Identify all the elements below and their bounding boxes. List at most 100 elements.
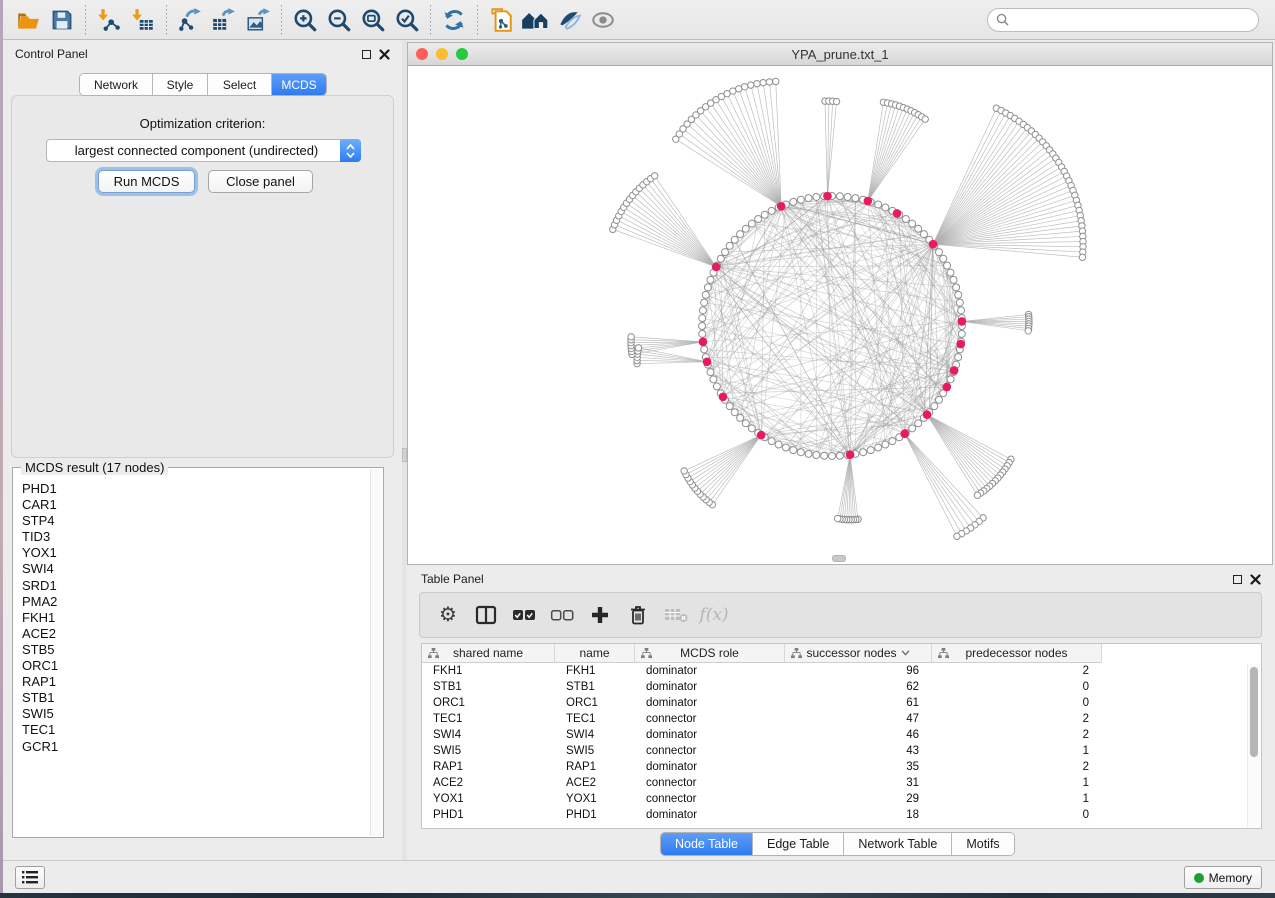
node-table-body: FKH1FKH1dominator962STB1STB1dominator620… bbox=[422, 663, 1247, 828]
table-row[interactable]: ORC1ORC1dominator610 bbox=[422, 695, 1247, 711]
control-panel: Control Panel NetworkStyleSelectMCDS Opt… bbox=[3, 40, 402, 860]
mcds-result-item[interactable]: SWI5 bbox=[22, 706, 370, 722]
table-cell: ORC1 bbox=[422, 697, 555, 709]
mcds-result-item[interactable]: SWI4 bbox=[22, 561, 370, 577]
close-panel-icon[interactable] bbox=[1250, 574, 1261, 585]
criterion-select[interactable]: largest connected component (undirected) bbox=[46, 139, 361, 162]
delete-column-button[interactable] bbox=[622, 598, 654, 632]
network-window-titlebar[interactable]: YPA_prune.txt_1 bbox=[408, 43, 1272, 66]
tab-mcds[interactable]: MCDS bbox=[272, 74, 326, 95]
search-input[interactable] bbox=[1009, 13, 1250, 27]
tab-select[interactable]: Select bbox=[208, 74, 272, 95]
table-row[interactable]: YOX1YOX1connector291 bbox=[422, 791, 1247, 807]
mcds-result-item[interactable]: CAR1 bbox=[22, 497, 370, 513]
table-cell: connector bbox=[635, 777, 785, 789]
run-mcds-button[interactable]: Run MCDS bbox=[98, 170, 195, 193]
mcds-result-item[interactable]: STB1 bbox=[22, 690, 370, 706]
tab-network-table[interactable]: Network Table bbox=[844, 833, 952, 855]
table-row[interactable]: ACE2ACE2connector311 bbox=[422, 775, 1247, 791]
main-toolbar bbox=[3, 0, 1275, 40]
new-network-from-selection-button[interactable] bbox=[484, 3, 518, 37]
criterion-label: Optimization criterion: bbox=[12, 116, 393, 131]
table-row[interactable]: RAP1RAP1dominator352 bbox=[422, 759, 1247, 775]
toolbar-separator bbox=[85, 5, 86, 35]
split-panel-button[interactable] bbox=[470, 598, 502, 632]
import-table-button[interactable] bbox=[126, 3, 160, 37]
table-panel: Table Panel ⚙ bbox=[407, 565, 1275, 860]
export-network-button[interactable] bbox=[173, 3, 207, 37]
import-network-button[interactable] bbox=[92, 3, 126, 37]
tab-motifs[interactable]: Motifs bbox=[952, 833, 1013, 855]
close-panel-button[interactable]: Close panel bbox=[208, 170, 313, 193]
mcds-result-item[interactable]: RAP1 bbox=[22, 674, 370, 690]
table-cell: STB1 bbox=[555, 681, 635, 693]
table-row[interactable]: SWI5SWI5connector431 bbox=[422, 743, 1247, 759]
float-panel-icon[interactable] bbox=[1233, 575, 1242, 584]
table-row[interactable]: FKH1FKH1dominator962 bbox=[422, 663, 1247, 679]
export-table-button[interactable] bbox=[207, 3, 241, 37]
column-header-name[interactable]: name bbox=[555, 644, 635, 663]
table-scrollbar-thumb[interactable] bbox=[1250, 667, 1258, 757]
apply-layout-button[interactable] bbox=[437, 3, 471, 37]
zoom-selected-button[interactable] bbox=[390, 3, 424, 37]
mcds-result-item[interactable]: STP4 bbox=[22, 513, 370, 529]
table-cell: 62 bbox=[785, 681, 932, 693]
mcds-result-item[interactable]: ORC1 bbox=[22, 658, 370, 674]
table-cell: 31 bbox=[785, 777, 932, 789]
table-row[interactable]: STB1STB1dominator620 bbox=[422, 679, 1247, 695]
table-cell: YOX1 bbox=[422, 793, 555, 805]
zoom-out-button[interactable] bbox=[322, 3, 356, 37]
mcds-result-item[interactable]: TEC1 bbox=[22, 722, 370, 738]
hide-graphics-details-button[interactable] bbox=[552, 3, 586, 37]
network-canvas[interactable] bbox=[408, 66, 1272, 564]
deselect-all-button[interactable] bbox=[546, 598, 578, 632]
network-document-icon bbox=[488, 7, 514, 33]
table-cell: TEC1 bbox=[555, 713, 635, 725]
search-box[interactable] bbox=[987, 8, 1259, 32]
table-cell: SWI4 bbox=[555, 729, 635, 741]
table-cell: SWI5 bbox=[422, 745, 555, 757]
mcds-result-item[interactable]: TID3 bbox=[22, 529, 370, 545]
task-history-button[interactable] bbox=[15, 866, 45, 889]
zoom-in-button[interactable] bbox=[288, 3, 322, 37]
open-file-button[interactable] bbox=[11, 3, 45, 37]
mcds-result-item[interactable]: FKH1 bbox=[22, 610, 370, 626]
mcds-result-item[interactable]: YOX1 bbox=[22, 545, 370, 561]
zoom-fit-button[interactable] bbox=[356, 3, 390, 37]
table-row[interactable]: SWI4SWI4dominator462 bbox=[422, 727, 1247, 743]
tab-edge-table[interactable]: Edge Table bbox=[753, 833, 844, 855]
mcds-result-item[interactable]: SRD1 bbox=[22, 578, 370, 594]
table-settings-button[interactable]: ⚙ bbox=[432, 598, 464, 632]
network-hscroll-thumb[interactable] bbox=[832, 555, 846, 562]
table-panel-title: Table Panel bbox=[421, 572, 484, 586]
select-all-button[interactable] bbox=[508, 598, 540, 632]
add-column-button[interactable] bbox=[584, 598, 616, 632]
mcds-result-item[interactable]: GCR1 bbox=[22, 739, 370, 755]
tab-network[interactable]: Network bbox=[80, 74, 153, 95]
mcds-result-item[interactable]: ACE2 bbox=[22, 626, 370, 642]
table-scrollbar[interactable] bbox=[1247, 664, 1260, 827]
mcds-result-item[interactable]: PHD1 bbox=[22, 481, 370, 497]
column-header-successor-nodes[interactable]: successor nodes bbox=[785, 644, 932, 663]
column-header-predecessor-nodes[interactable]: predecessor nodes bbox=[932, 644, 1102, 663]
column-header-MCDS-role[interactable]: MCDS role bbox=[635, 644, 785, 663]
show-graphics-details-button[interactable] bbox=[586, 3, 620, 37]
table-row[interactable]: TEC1TEC1connector472 bbox=[422, 711, 1247, 727]
close-panel-icon[interactable] bbox=[379, 49, 390, 60]
column-header-shared-name[interactable]: shared name bbox=[422, 644, 555, 663]
table-cell: PHD1 bbox=[555, 809, 635, 821]
float-panel-icon[interactable] bbox=[362, 50, 371, 59]
save-session-button[interactable] bbox=[45, 3, 79, 37]
mcds-result-item[interactable]: STB5 bbox=[22, 642, 370, 658]
tab-style[interactable]: Style bbox=[153, 74, 208, 95]
network-graph[interactable] bbox=[408, 66, 1272, 564]
mcds-result-list[interactable]: PHD1CAR1STP4TID3YOX1SWI4SRD1PMA2FKH1ACE2… bbox=[14, 478, 370, 836]
memory-button[interactable]: Memory bbox=[1184, 866, 1262, 889]
show-all-networks-button[interactable] bbox=[518, 3, 552, 37]
mcds-result-item[interactable]: PMA2 bbox=[22, 594, 370, 610]
export-image-button[interactable] bbox=[241, 3, 275, 37]
table-row[interactable]: PHD1PHD1dominator180 bbox=[422, 807, 1247, 823]
hide-graphics-icon bbox=[556, 7, 582, 33]
mcds-list-scrollbar[interactable] bbox=[370, 469, 382, 836]
tab-node-table[interactable]: Node Table bbox=[661, 833, 753, 855]
